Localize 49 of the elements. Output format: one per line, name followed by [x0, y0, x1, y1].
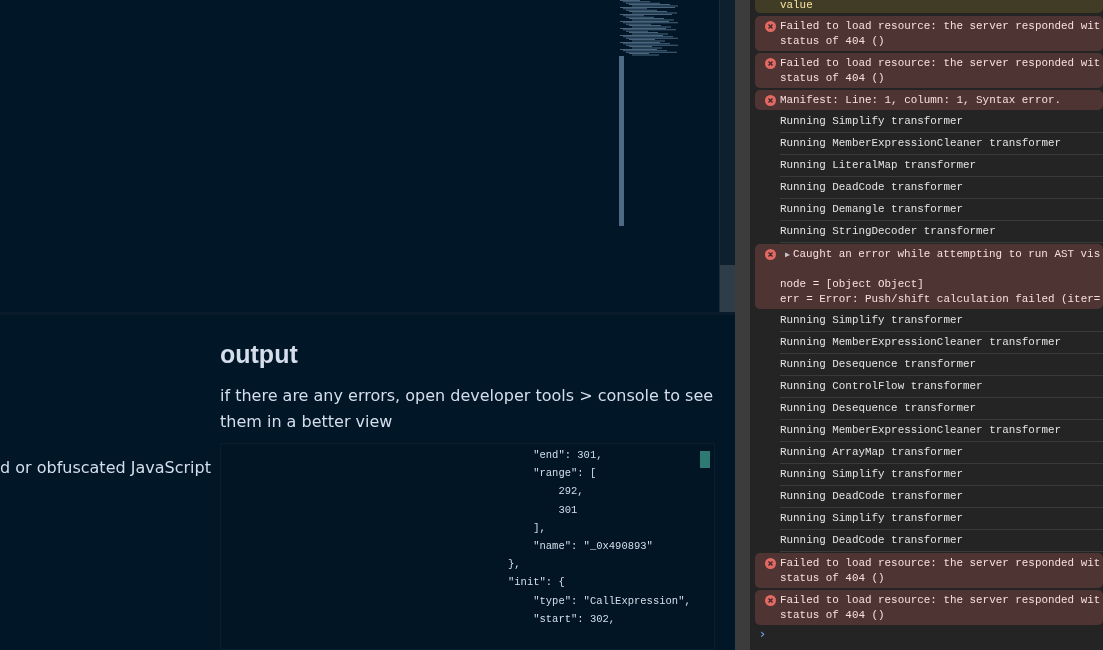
- error-icon: [765, 249, 776, 260]
- console-message: Manifest: Line: 1, column: 1, Syntax error.: [780, 93, 1062, 108]
- code-line: "end": 301,: [532, 448, 603, 463]
- console-message: Running Simplify transformer: [780, 511, 963, 526]
- code-line: 292,: [557, 484, 584, 500]
- hint-text: if there are any errors, open developer tools > console to see them in a better view: [220, 385, 715, 433]
- error-icon: [765, 595, 776, 606]
- console-message: Running MemberExpressionCleaner transformer: [780, 423, 1062, 438]
- error-icon: [765, 58, 776, 69]
- expand-toggle[interactable]: ▶: [785, 247, 790, 262]
- console-message: Failed to load resource: the server responded wit status of 404 (): [780, 593, 1101, 623]
- description-text: d or obfuscated JavaScript: [0, 458, 211, 477]
- code-line: "init": {: [508, 575, 565, 591]
- code-line: ],: [532, 520, 546, 536]
- code-line: "range": [: [532, 466, 597, 482]
- console-message: Running DeadCode transformer: [780, 533, 963, 548]
- error-icon: [765, 21, 776, 32]
- console-message: Running Desequence transformer: [780, 401, 977, 416]
- error-icon: [765, 95, 776, 106]
- console-message: Running Simplify transformer: [780, 467, 963, 482]
- console-message: Running Demangle transformer: [780, 202, 963, 217]
- console-message: Running Simplify transformer: [780, 114, 963, 129]
- console-message: Running MemberExpressionCleaner transformer: [780, 136, 1062, 151]
- console-message: Failed to load resource: the server responded wit status of 404 (): [780, 19, 1101, 49]
- code-line: "start": 302,: [532, 611, 616, 627]
- scrollbar-thumb[interactable]: [700, 451, 710, 468]
- console-message: Running ControlFlow transformer: [780, 379, 983, 394]
- error-icon: [765, 558, 776, 569]
- code-line: },: [508, 557, 521, 573]
- console-message: Running Desequence transformer: [780, 357, 977, 372]
- console-message: node = [object Object] err = Error: Push/shift calculation failed (iter=: [780, 277, 1101, 307]
- console-message: Running MemberExpressionCleaner transformer: [780, 335, 1062, 350]
- console-prompt[interactable]: ›: [760, 626, 766, 641]
- console-message: Running DeadCode transformer: [780, 489, 963, 504]
- code-line: "name": "_0x490893": [532, 539, 653, 554]
- console-message: Running DeadCode transformer: [780, 180, 963, 195]
- console-message: Running ArrayMap transformer: [780, 445, 963, 460]
- splitter-bar[interactable]: [735, 0, 750, 650]
- output-heading: output: [220, 340, 299, 369]
- code-line: "type": "CallExpression",: [532, 593, 691, 609]
- console-message: Caught an error while attempting to run AST vis: [793, 247, 1101, 262]
- console-message: Running LiteralMap transformer: [780, 158, 977, 173]
- scrollbar-thumb[interactable]: [720, 265, 735, 312]
- console-message: Failed to load resource: the server responded wit status of 404 (): [780, 56, 1101, 86]
- code-line: 301: [557, 502, 578, 518]
- console-message: Failed to load resource: the server responded wit status of 404 (): [780, 556, 1101, 586]
- console-message: value: [780, 0, 813, 13]
- console-message: Running StringDecoder transformer: [780, 224, 996, 239]
- console-message: Running Simplify transformer: [780, 313, 963, 328]
